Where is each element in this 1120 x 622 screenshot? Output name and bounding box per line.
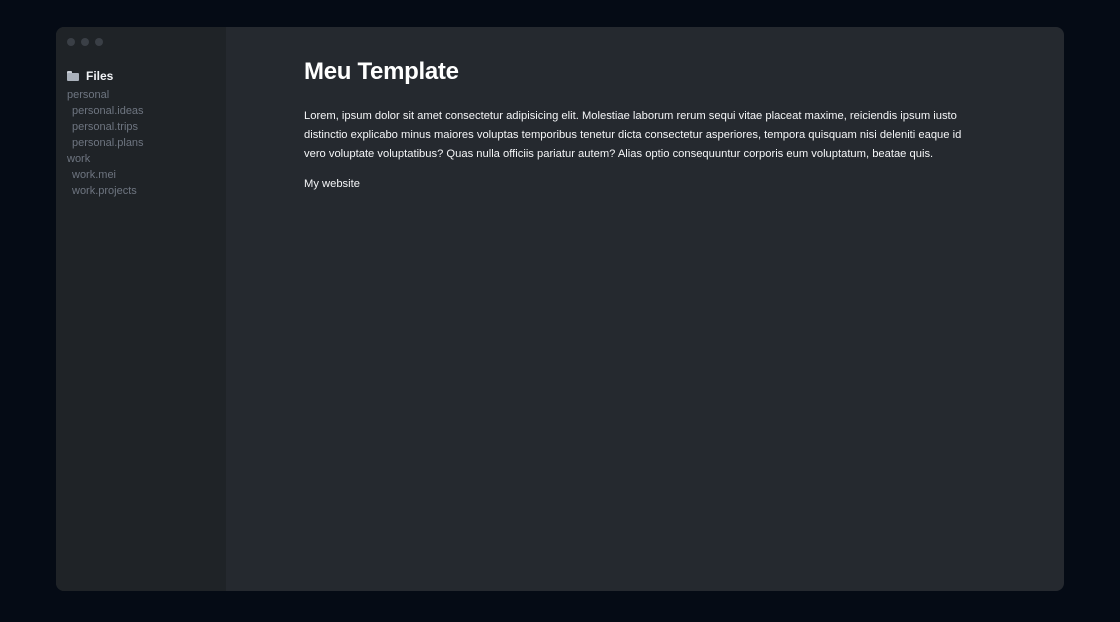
tree-item-personal-trips[interactable]: personal.trips: [67, 119, 144, 135]
tree-item-personal-ideas[interactable]: personal.ideas: [67, 103, 144, 119]
close-window-button[interactable]: [67, 38, 75, 46]
minimize-window-button[interactable]: [81, 38, 89, 46]
page-title: Meu Template: [304, 58, 459, 85]
sidebar: Files personal personal.ideas personal.t…: [56, 27, 226, 591]
zoom-window-button[interactable]: [95, 38, 103, 46]
files-title: Files: [86, 69, 114, 83]
file-tree: personal personal.ideas personal.trips p…: [67, 87, 144, 199]
main-content: Meu Template Lorem, ipsum dolor sit amet…: [226, 27, 1064, 591]
folder-icon: [67, 71, 79, 81]
tree-item-work-projects[interactable]: work.projects: [67, 183, 144, 199]
tree-item-personal[interactable]: personal: [67, 87, 144, 103]
window-controls: [67, 38, 103, 46]
tree-item-work-mei[interactable]: work.mei: [67, 167, 144, 183]
tree-item-personal-plans[interactable]: personal.plans: [67, 135, 144, 151]
website-link[interactable]: My website: [304, 178, 360, 190]
tree-item-work[interactable]: work: [67, 151, 144, 167]
files-header: Files: [67, 69, 113, 83]
app-window: Files personal personal.ideas personal.t…: [56, 27, 1064, 591]
body-paragraph: Lorem, ipsum dolor sit amet consectetur …: [304, 110, 962, 160]
